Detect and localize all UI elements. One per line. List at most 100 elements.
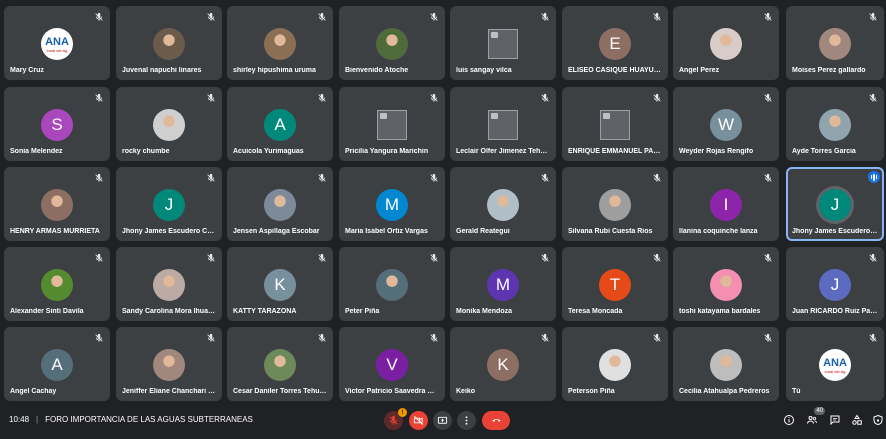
participant-name: Jhony James Escudero Cont... — [122, 228, 216, 235]
participant-tile[interactable]: Peter Piña — [339, 247, 445, 321]
participant-tile[interactable]: ANA ional del Ag Mary Cruz — [4, 6, 110, 80]
avatar-initial: J — [819, 189, 851, 221]
mic-off-icon — [206, 93, 216, 103]
participant-name: Silvana Rubi Cuesta Rios — [568, 228, 653, 235]
participant-tile[interactable]: Silvana Rubi Cuesta Rios — [562, 167, 668, 241]
participant-tile[interactable]: M Monika Mendoza — [450, 247, 556, 321]
activities-button[interactable] — [850, 413, 864, 427]
participant-name: Juan RICARDO Ruiz Panduro — [792, 308, 878, 315]
participant-grid: ANA ional del Ag Mary Cruz Juvenal napuchi … — [0, 0, 886, 401]
participant-tile[interactable]: Pricilia Yangura Marichin — [339, 87, 445, 161]
participant-tile[interactable]: Gerald Reategui — [450, 167, 556, 241]
participant-tile[interactable]: A Angel Cachay — [4, 327, 110, 401]
mic-off-icon — [868, 93, 878, 103]
participant-tile[interactable]: Jeniffer Eliane Chanchari Na... — [116, 327, 222, 401]
avatar-logo: ANA ional del Ag — [819, 349, 851, 381]
meeting-details-button[interactable] — [782, 413, 796, 427]
participant-tile[interactable]: M Maria Isabel Ortiz Vargas — [339, 167, 445, 241]
more-vert-icon — [465, 416, 468, 425]
participant-tile[interactable]: I Ilanina coquinche lanza — [673, 167, 779, 241]
participant-name: rocky chumbe — [122, 148, 170, 155]
broken-image-icon — [488, 110, 518, 140]
participant-tile[interactable]: K Keiko — [450, 327, 556, 401]
participant-tile[interactable]: Leclair Olfer Jimenez Tehuay — [450, 87, 556, 161]
participant-tile[interactable]: Ayde Torres Garcia — [786, 87, 884, 161]
participant-tile[interactable]: Sandy Carolina Mora Ihuara... — [116, 247, 222, 321]
avatar-photo — [41, 269, 73, 301]
participant-tile[interactable]: Bienvenido Atoche — [339, 6, 445, 80]
camera-button[interactable] — [409, 411, 428, 430]
participant-name: Leclair Olfer Jimenez Tehuay — [456, 148, 550, 155]
mic-off-icon — [389, 415, 398, 425]
more-options-button[interactable] — [457, 411, 476, 430]
avatar-photo — [153, 109, 185, 141]
participant-tile[interactable]: Juvenal napuchi linares — [116, 6, 222, 80]
meeting-info: 10:48 | FORO IMPORTANCIA DE LAS AGUAS SU… — [9, 415, 253, 424]
participant-tile[interactable]: W Weyder Rojas Rengifo — [673, 87, 779, 161]
mic-off-icon — [206, 253, 216, 263]
participant-name: Mary Cruz — [10, 67, 44, 74]
mic-off-icon — [652, 12, 662, 22]
participant-tile[interactable]: E ELISEO CASIQUE HUAYUNGA — [562, 6, 668, 80]
participant-tile[interactable]: rocky chumbe — [116, 87, 222, 161]
avatar-photo — [487, 189, 519, 221]
participant-tile[interactable]: Moises Perez gallardo — [786, 6, 884, 80]
warning-badge: ! — [398, 408, 407, 417]
participant-tile[interactable]: J Juan RICARDO Ruiz Panduro — [786, 247, 884, 321]
participant-name: Maria Isabel Ortiz Vargas — [345, 228, 428, 235]
participants-button[interactable]: 40 — [805, 407, 825, 427]
avatar-initial: V — [376, 349, 408, 381]
participant-tile[interactable]: Cesar Daniler Torres Tehuay — [227, 327, 333, 401]
avatar-photo — [710, 349, 742, 381]
participant-tile[interactable]: S Sonia Melendez — [4, 87, 110, 161]
participant-tile[interactable]: J Jhony James Escudero Cont... — [116, 167, 222, 241]
participant-name: Peter Piña — [345, 308, 380, 315]
participant-name: Ilanina coquinche lanza — [679, 228, 758, 235]
participant-name: Cecilia Atahualpa Pedreros — [679, 388, 770, 395]
participant-name: Sandy Carolina Mora Ihuara... — [122, 308, 216, 315]
avatar-initial: E — [599, 28, 631, 60]
participant-tile[interactable]: toshi katayama bardales — [673, 247, 779, 321]
chat-button[interactable] — [828, 413, 842, 427]
mic-off-icon — [540, 93, 550, 103]
microphone-button[interactable]: ! — [384, 408, 407, 430]
avatar-photo — [599, 349, 631, 381]
present-button[interactable] — [433, 411, 452, 430]
participant-tile[interactable]: ANA ional del Ag Tú — [786, 327, 884, 401]
participant-name: Angel Perez — [679, 67, 720, 74]
participant-name: Ayde Torres Garcia — [792, 148, 856, 155]
participant-name: Pricilia Yangura Marichin — [345, 148, 429, 155]
participant-tile[interactable]: Jensen Aspillaga Escobar — [227, 167, 333, 241]
participant-tile[interactable]: K KATTY TARAZONA — [227, 247, 333, 321]
participant-tile[interactable]: shirley hipushima uruma — [227, 6, 333, 80]
mic-off-icon — [868, 333, 878, 343]
avatar-photo — [264, 28, 296, 60]
participant-tile[interactable]: V Victor Patricio Saavedra Cha... — [339, 327, 445, 401]
participant-tile[interactable]: Alexander Sinti Davila — [4, 247, 110, 321]
mic-off-icon — [652, 93, 662, 103]
participant-tile[interactable]: HENRY ARMAS MURRIETA — [4, 167, 110, 241]
participant-tile[interactable]: A Acuicola Yurimaguas — [227, 87, 333, 161]
participant-tile[interactable]: Angel Perez — [673, 6, 779, 80]
participant-tile[interactable]: Peterson Piña — [562, 327, 668, 401]
mic-off-icon — [429, 253, 439, 263]
host-controls-button[interactable] — [871, 413, 885, 427]
participant-tile[interactable]: luis sangay vilca — [450, 6, 556, 80]
avatar-initial: A — [41, 349, 73, 381]
participant-tile[interactable]: Cecilia Atahualpa Pedreros — [673, 327, 779, 401]
participant-name: shirley hipushima uruma — [233, 67, 316, 74]
avatar-photo — [153, 28, 185, 60]
mic-off-icon — [763, 333, 773, 343]
avatar-initial: M — [487, 269, 519, 301]
avatar-photo — [819, 28, 851, 60]
mic-off-icon — [94, 12, 104, 22]
mic-off-icon — [763, 253, 773, 263]
participant-name: Jeniffer Eliane Chanchari Na... — [122, 388, 216, 395]
participant-tile[interactable]: J Jhony James Escudero Cont... — [786, 167, 884, 241]
participant-tile[interactable]: ENRIQUE EMMANUEL PALA... — [562, 87, 668, 161]
leave-call-button[interactable] — [482, 411, 510, 430]
participant-name: Moises Perez gallardo — [792, 67, 866, 74]
avatar-photo — [153, 269, 185, 301]
mic-off-icon — [763, 12, 773, 22]
participant-tile[interactable]: T Teresa Moncada — [562, 247, 668, 321]
